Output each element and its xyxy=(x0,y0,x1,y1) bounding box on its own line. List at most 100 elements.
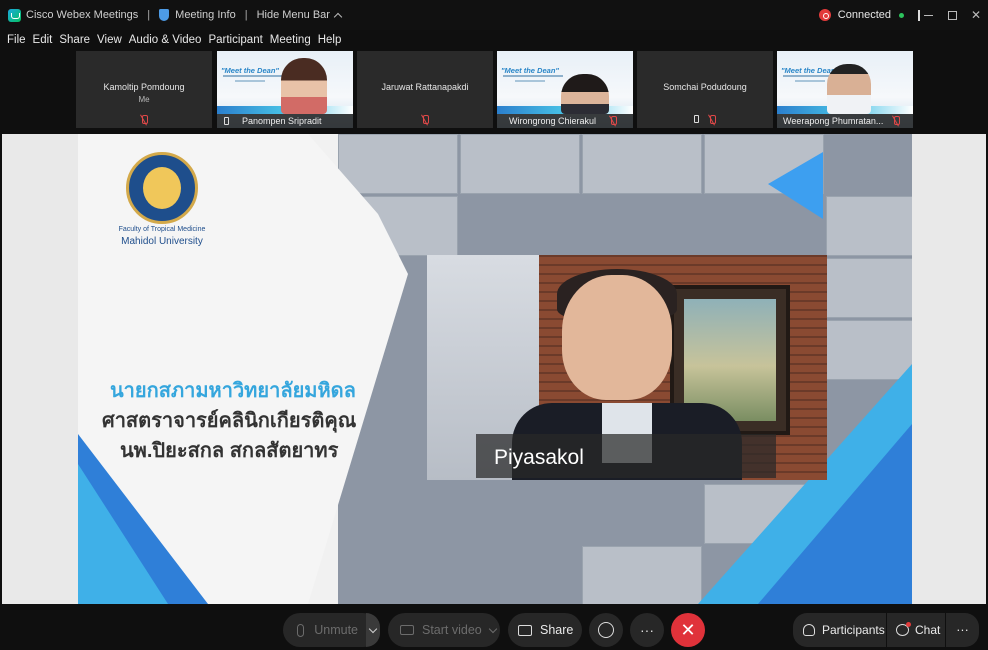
shared-content-stage: Faculty of Tropical Medicine Mahidol Uni… xyxy=(2,134,986,604)
slide-line xyxy=(503,75,563,77)
participant-tile[interactable]: "Meet the Dean" Wirongrong Chierakul xyxy=(497,51,633,128)
connection-dot-icon xyxy=(899,12,904,18)
mic-muted-icon xyxy=(422,115,429,125)
minimize-button[interactable] xyxy=(916,0,940,30)
speaker-name-label: Piyasakol xyxy=(476,434,776,478)
participant-footer: Panompen Sripradit xyxy=(217,114,353,128)
slide-line xyxy=(235,80,265,82)
participants-label: Participants xyxy=(822,623,885,637)
participant-person xyxy=(561,74,609,114)
slide-line xyxy=(515,80,545,82)
minimize-icon xyxy=(923,14,933,16)
recording-icon xyxy=(818,9,831,21)
separator: | xyxy=(147,9,151,21)
menu-help[interactable]: Help xyxy=(318,34,342,46)
unmute-button[interactable]: Unmute xyxy=(283,613,380,647)
more-options-button[interactable]: ··· xyxy=(630,613,664,647)
start-video-button[interactable]: Start video xyxy=(388,613,500,647)
mic-muted-icon xyxy=(893,116,901,126)
triangle-play-shape xyxy=(768,152,823,219)
smiley-icon xyxy=(598,622,614,638)
panel-more-button[interactable]: ··· xyxy=(946,613,979,647)
leave-meeting-button[interactable]: ✕ xyxy=(671,613,705,647)
app-name: Cisco Webex Meetings xyxy=(26,9,139,21)
hide-menu-bar-button[interactable]: Hide Menu Bar xyxy=(257,9,330,21)
menu-participant[interactable]: Participant xyxy=(208,34,262,46)
audio-options-button[interactable] xyxy=(366,613,380,647)
chevron-up-icon[interactable] xyxy=(333,12,343,21)
mic-muted-icon xyxy=(141,115,148,125)
participant-footer: Wirongrong Chierakul xyxy=(497,114,633,128)
university-label: Mahidol University xyxy=(121,236,203,247)
chevron-down-icon xyxy=(368,624,378,633)
phone-icon xyxy=(694,115,699,123)
start-video-label: Start video xyxy=(422,623,482,637)
participants-icon xyxy=(803,624,815,636)
participants-button[interactable]: Participants xyxy=(793,613,886,647)
menu-bar: File Edit Share View Audio & Video Parti… xyxy=(0,30,988,49)
chevron-down-icon[interactable] xyxy=(488,624,498,633)
meeting-info-button[interactable]: Meeting Info xyxy=(175,9,236,21)
maximize-button[interactable] xyxy=(940,0,964,30)
chat-icon xyxy=(896,622,911,636)
participant-me-label: Me xyxy=(138,95,150,104)
title-line-3: นพ.ปิยะสกล สกลสัตยาทร xyxy=(120,440,339,462)
participant-tile[interactable]: Jaruwat Rattanapakdi xyxy=(357,51,493,128)
menu-share[interactable]: Share xyxy=(59,34,90,46)
slide-line xyxy=(223,75,283,77)
unmute-label: Unmute xyxy=(314,623,359,637)
menu-file[interactable]: File xyxy=(7,34,26,46)
menu-edit[interactable]: Edit xyxy=(33,34,53,46)
phone-icon xyxy=(224,117,229,125)
webex-logo-icon xyxy=(8,8,21,22)
chat-label: Chat xyxy=(915,623,941,637)
participant-footer: Weerapong Phumratan... xyxy=(777,114,913,128)
crest-emblem xyxy=(143,167,181,209)
mic-muted-icon xyxy=(709,115,716,125)
connection-status: Connected xyxy=(818,0,920,30)
connected-label: Connected xyxy=(837,9,891,21)
mahidol-crest-logo xyxy=(126,152,198,224)
close-icon: ✕ xyxy=(680,619,696,640)
participant-name: Kamoltip Pomdoung xyxy=(103,82,185,92)
menu-meeting[interactable]: Meeting xyxy=(270,34,311,46)
app-title: Cisco Webex Meetings xyxy=(8,8,139,22)
participant-filmstrip: Kamoltip Pomdoung Me "Meet the Dean" Pan… xyxy=(0,51,988,128)
participant-person xyxy=(281,58,327,114)
share-screen-icon xyxy=(518,624,532,636)
menu-view[interactable]: View xyxy=(97,34,122,46)
more-icon: ··· xyxy=(956,623,969,637)
close-icon: ✕ xyxy=(970,8,982,22)
notification-dot-icon xyxy=(906,622,911,627)
reactions-button[interactable] xyxy=(589,613,623,647)
share-button[interactable]: Share xyxy=(508,613,582,647)
title-line-2: ศาสตราจารย์คลินิกเกียรติคุณ xyxy=(102,410,357,432)
more-icon: ··· xyxy=(640,622,654,638)
slide-line xyxy=(795,80,825,82)
title-line-1: นายกสภามหาวิทยาลัยมหิดล xyxy=(110,380,356,402)
participant-name: Jaruwat Rattanapakdi xyxy=(381,82,469,92)
mic-off-icon xyxy=(297,623,305,637)
participant-name: Weerapong Phumratan... xyxy=(783,116,884,126)
faculty-label: Faculty of Tropical Medicine xyxy=(118,226,206,233)
maximize-icon xyxy=(947,10,957,20)
share-label: Share xyxy=(540,623,574,637)
participant-tile[interactable]: Kamoltip Pomdoung Me xyxy=(76,51,212,128)
separator: | xyxy=(244,9,248,21)
participant-tile[interactable]: Somchai Podudoung xyxy=(637,51,773,128)
shield-icon xyxy=(159,9,170,21)
close-button[interactable]: ✕ xyxy=(964,0,988,30)
meeting-toolbar: Unmute Start video Share ··· ✕ Participa… xyxy=(0,606,988,650)
window-controls: ✕ xyxy=(916,0,988,30)
participant-name: Wirongrong Chierakul xyxy=(509,116,597,126)
menu-audio-video[interactable]: Audio & Video xyxy=(129,34,202,46)
speaker-face xyxy=(562,275,672,400)
participant-name: Panompen Sripradit xyxy=(242,116,322,126)
slide-tile-title: "Meet the Dean" xyxy=(221,66,279,75)
mic-muted-icon xyxy=(610,116,618,126)
participant-person xyxy=(827,64,871,114)
chat-button[interactable]: Chat xyxy=(887,613,945,647)
video-camera-icon xyxy=(400,625,414,635)
participant-tile[interactable]: "Meet the Dean" Weerapong Phumratan... xyxy=(777,51,913,128)
participant-tile[interactable]: "Meet the Dean" Panompen Sripradit xyxy=(217,51,353,128)
